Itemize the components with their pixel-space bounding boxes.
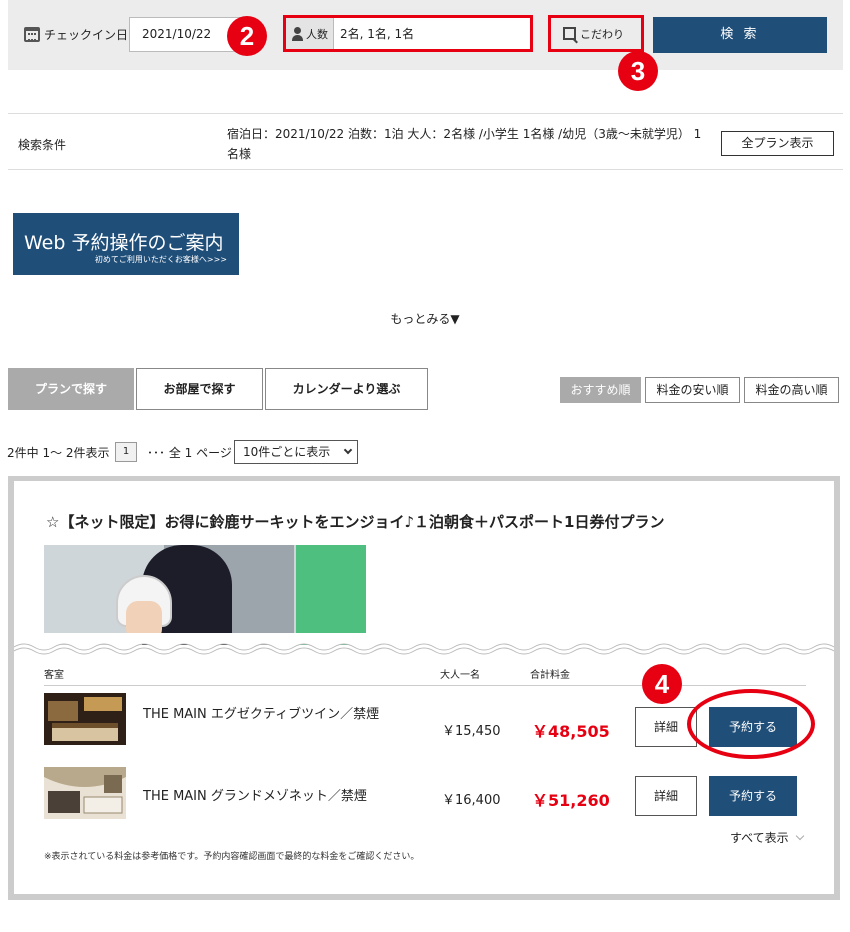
reserve-button[interactable]: 予約する [709,776,797,816]
people-label: 人数 [286,18,334,49]
page-total: ･･･ 全 1 ページ [147,446,232,460]
adult-price: ￥15,450 [442,724,501,739]
room-name[interactable]: THE MAIN グランドメゾネット／禁煙 [143,787,393,807]
search-bar: チェックイン日 2021/10/22 人数 2名, 1名, 1名 こだわり 検 … [8,0,843,70]
kodawari-button[interactable]: こだわり [548,15,644,52]
search-button[interactable]: 検 索 [653,17,827,53]
room-thumbnail[interactable] [44,767,126,819]
show-all-label: すべて表示 [730,831,789,845]
search-conditions: 検索条件 宿泊日：2021/10/22 泊数：1泊 大人：2名様 /小学生 1名… [8,113,843,170]
plan-image[interactable] [44,545,366,645]
all-plans-button[interactable]: 全プラン表示 [721,131,834,156]
step-badge-2: 2 [227,16,267,56]
plan-card: ☆【ネット限定】お得に鈴鹿サーキットをエンジョイ♪１泊朝食＋パスポート1日券付プ… [8,476,840,900]
people-label-text: 人数 [306,27,328,41]
total-price: ￥51,260 [532,791,610,810]
checkin-label: チェックイン日 [24,26,128,43]
web-guide-banner[interactable]: Web 予約操作のご案内 初めてご利用いただくお客様へ>>> [13,213,239,275]
kodawari-label: こだわり [580,27,624,41]
tab-calendar[interactable]: カレンダーより選ぶ [265,368,428,410]
room-name[interactable]: THE MAIN エグゼクティブツイン／禁煙 [143,705,393,725]
divider [44,685,806,686]
chevron-down-icon [795,831,804,841]
conditions-label: 検索条件 [18,138,67,152]
people-field[interactable]: 人数 2名, 1名, 1名 [283,15,533,52]
per-page-select[interactable]: 10件ごとに表示 [234,440,358,464]
plan-title[interactable]: ☆【ネット限定】お得に鈴鹿サーキットをエンジョイ♪１泊朝食＋パスポート1日券付プ… [46,511,664,532]
sort-price-low[interactable]: 料金の安い順 [645,377,740,403]
tab-room[interactable]: お部屋で探す [136,368,263,410]
people-value: 2名, 1名, 1名 [340,27,415,41]
detail-button[interactable]: 詳細 [635,776,697,816]
search-icon [563,27,576,40]
torn-edge-divider [14,633,834,663]
column-total: 合計料金 [530,670,570,681]
room-thumbnail[interactable] [44,693,126,745]
column-room: 客室 [44,670,64,681]
adult-price: ￥16,400 [442,793,501,808]
more-link[interactable]: もっとみる▼ [0,310,850,327]
calendar-icon [24,27,40,42]
sort-price-high[interactable]: 料金の高い順 [744,377,839,403]
step-badge-4: 4 [642,664,682,704]
sort-recommended[interactable]: おすすめ順 [560,377,641,403]
conditions-text: 宿泊日：2021/10/22 泊数：1泊 大人：2名様 /小学生 1名様 /幼児… [227,127,702,161]
room-photo [44,693,126,745]
page-number-button[interactable]: 1 [115,442,137,462]
checkin-label-text: チェックイン日 [44,28,129,42]
column-adult: 大人一名 [440,670,480,681]
image-green-wall [296,545,366,645]
result-count: 2件中 1〜 2件表示 [7,446,110,460]
person-icon [292,26,303,41]
step-badge-3: 3 [618,51,658,91]
room-photo [44,767,126,819]
banner-subtitle: 初めてご利用いただくお客様へ>>> [94,255,227,264]
price-note: ※表示されている料金は参考価格です。予約内容確認画面で最終的な料金をご確認くださ… [44,852,420,862]
show-all-link[interactable]: すべて表示 [730,829,804,846]
chevron-down-icon [343,445,353,455]
banner-title: Web 予約操作のご案内 [24,232,224,254]
total-price: ￥48,505 [532,722,610,741]
per-page-value: 10件ごとに表示 [243,445,331,459]
tab-plan[interactable]: プランで探す [8,368,134,410]
highlight-circle [687,689,815,759]
